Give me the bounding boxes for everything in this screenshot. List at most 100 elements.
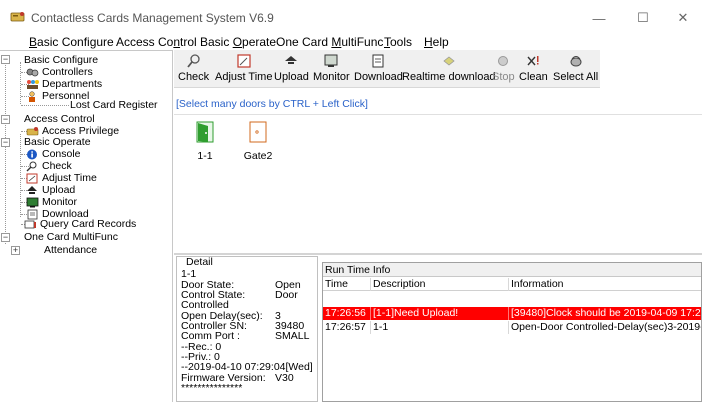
close-button[interactable]: ✕ — [663, 6, 702, 30]
download-button[interactable]: Download — [354, 50, 403, 88]
table-row[interactable]: 17:26:57 1-1 Open-Door Controlled-Delay(… — [323, 321, 702, 334]
tree-basic-operate[interactable]: Basic Operate — [24, 136, 91, 148]
check-button[interactable]: Check — [178, 50, 209, 88]
toolbar: Check Adjust Time Upload Monitor Downloa… — [174, 50, 600, 88]
menu-one-card-multifunc[interactable]: One Card MultiFunc — [276, 35, 383, 49]
detail-panel: Detail 1-1 Door State: Open Control Stat… — [176, 256, 318, 402]
controller-datetime: --2019-04-10 07:29:04[Wed] — [181, 361, 313, 373]
door-1-1[interactable]: 1-1 — [188, 121, 222, 162]
tree-lost-card-register[interactable]: Lost Card Register — [70, 99, 158, 111]
door-closed-icon — [249, 121, 267, 143]
upload-button[interactable]: Upload — [274, 50, 309, 88]
runtime-info-panel: Run Time Info Time Description Informati… — [322, 262, 702, 402]
maximize-icon: ☐ — [637, 10, 649, 25]
select-all-icon — [570, 56, 582, 67]
minimize-button[interactable]: — — [579, 6, 619, 30]
check-magnifier-icon — [26, 161, 37, 171]
minimize-icon: — — [592, 10, 606, 26]
maximize-button[interactable]: ☐ — [623, 6, 663, 30]
collapse-icon[interactable]: − — [1, 233, 10, 242]
controllers-icon — [26, 68, 39, 76]
tree-adjust-time[interactable]: Adjust Time — [26, 172, 97, 184]
divider — [174, 114, 702, 115]
cell-information: [39480]Clock should be 2019-04-09 17:26: — [511, 307, 702, 319]
upload-icon — [285, 56, 298, 64]
tree-upload[interactable]: Upload — [26, 184, 75, 196]
download-icon — [372, 54, 384, 68]
tree-connector — [5, 60, 6, 244]
tree-connector — [20, 62, 21, 104]
tree-attendance[interactable]: Attendance — [44, 244, 97, 256]
tree-connector — [21, 105, 69, 106]
check-magnifier-icon — [186, 54, 200, 68]
access-privilege-icon — [26, 126, 39, 135]
tree-basic-configure[interactable]: Basic Configure — [24, 54, 98, 66]
detail-separator-stars: *************** — [181, 382, 243, 394]
stop-button[interactable]: Stop — [492, 50, 515, 88]
tree-access-control[interactable]: Access Control — [24, 113, 95, 125]
table-header: Time Description Information — [323, 278, 701, 291]
realtime-download-button[interactable]: Realtime download — [402, 50, 496, 88]
select-all-button[interactable]: Select All — [553, 50, 598, 88]
departments-icon — [27, 79, 39, 89]
panel-splitter[interactable] — [174, 253, 702, 255]
detail-door-name: 1-1 — [181, 268, 197, 280]
cell-description: [1-1]Need Upload! — [371, 307, 509, 320]
console-info-icon — [27, 149, 37, 159]
monitor-icon — [324, 54, 338, 67]
adjust-time-icon — [26, 173, 38, 183]
collapse-icon[interactable]: − — [1, 55, 10, 64]
upload-icon — [27, 185, 37, 194]
adjust-time-icon — [237, 54, 251, 68]
door-open-icon — [196, 121, 214, 143]
tree-one-card-multifunc[interactable]: One Card MultiFunc — [24, 231, 118, 243]
runtime-info-caption: Run Time Info — [323, 263, 701, 277]
selection-hint: [Select many doors by CTRL + Left Click] — [176, 98, 368, 110]
personnel-icon — [29, 90, 35, 102]
menu-basic-configure[interactable]: Basic Configure — [29, 35, 114, 49]
menu-help[interactable]: Help — [424, 35, 449, 49]
clean-button[interactable]: Clean — [519, 50, 548, 88]
clean-icon — [527, 56, 539, 66]
monitor-button[interactable]: Monitor — [313, 50, 350, 88]
collapse-icon[interactable]: − — [1, 115, 10, 124]
adjust-time-button[interactable]: Adjust Time — [215, 50, 272, 88]
window-title: Contactless Cards Management System V6.9 — [31, 11, 274, 25]
control-state-value: Door — [275, 289, 298, 301]
collapse-icon[interactable]: − — [1, 138, 10, 147]
control-state-value-cont: Controlled — [181, 299, 229, 311]
navigation-tree: − Basic Configure Controllers Department… — [0, 50, 173, 402]
stop-icon — [498, 56, 509, 66]
column-header-information[interactable]: Information — [509, 278, 701, 291]
tree-console[interactable]: Console — [26, 148, 81, 160]
cell-information: Open-Door Controlled-Delay(sec)3-2019-0 — [511, 321, 702, 333]
tree-check[interactable]: Check — [26, 160, 72, 172]
realtime-download-icon — [443, 56, 455, 66]
cell-description: 1-1 — [371, 321, 509, 334]
tree-monitor[interactable]: Monitor — [26, 196, 77, 208]
column-header-time[interactable]: Time — [323, 278, 371, 291]
query-card-records-icon — [24, 220, 36, 228]
door-gate2[interactable]: Gate2 — [241, 121, 275, 162]
app-card-icon — [10, 12, 25, 22]
menu-basic-operate[interactable]: Basic Operate — [200, 35, 276, 49]
firmware-value: V30 — [275, 372, 294, 384]
tree-query-card-records[interactable]: Query Card Records — [24, 218, 136, 230]
tree-departments[interactable]: Departments — [26, 78, 102, 90]
title-bar: Contactless Cards Management System V6.9… — [0, 0, 702, 33]
comm-port-value: SMALL — [275, 330, 310, 342]
menu-access-control[interactable]: Access Control — [116, 35, 197, 49]
cell-time: 17:26:56 — [323, 307, 371, 320]
column-header-description[interactable]: Description — [371, 278, 509, 291]
tree-connector — [20, 134, 21, 217]
table-row[interactable]: 17:26:56 [1-1]Need Upload! [39480]Clock … — [323, 307, 702, 320]
cell-time: 17:26:57 — [323, 321, 371, 334]
tree-controllers[interactable]: Controllers — [26, 66, 93, 78]
close-icon: ✕ — [677, 10, 689, 25]
menu-bar: Basic Configure Access Control Basic Ope… — [0, 33, 702, 49]
monitor-icon — [26, 197, 39, 207]
comm-port-label: Comm Port : — [181, 330, 240, 342]
expand-icon[interactable]: + — [11, 246, 20, 255]
detail-caption: Detail — [184, 256, 215, 268]
menu-tools[interactable]: Tools — [384, 35, 412, 49]
